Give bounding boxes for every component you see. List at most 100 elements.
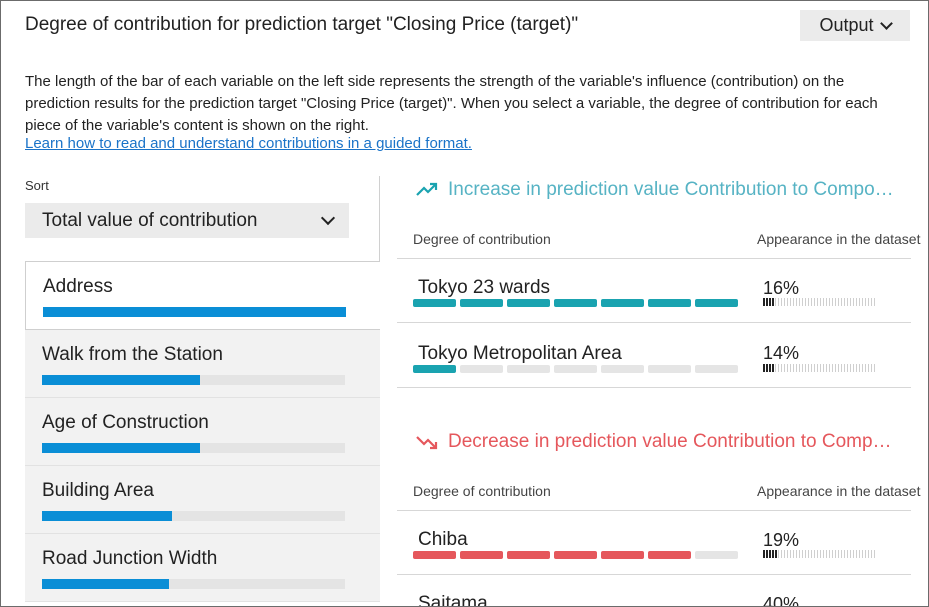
appearance-tick [853, 364, 854, 372]
appearance-tick [796, 298, 797, 306]
appearance-tick [817, 298, 818, 306]
decrease-item-percent: 19% [763, 530, 800, 550]
appearance-tick [805, 364, 806, 372]
appearance-tick [775, 298, 776, 306]
appearance-tick [808, 298, 809, 306]
increase-item-contribution [413, 299, 738, 307]
divider [397, 510, 911, 511]
variable-item[interactable]: Walk from the Station [25, 330, 380, 398]
appearance-tick [835, 298, 836, 306]
variable-contribution-fill [42, 511, 173, 521]
sort-dropdown[interactable]: Total value of contribution [25, 203, 349, 238]
appearance-tick [856, 550, 857, 558]
appearance-tick [820, 364, 821, 372]
appearance-tick [772, 550, 774, 558]
variable-contribution-bar [43, 307, 346, 317]
appearance-tick [808, 364, 809, 372]
contribution-segment [507, 299, 550, 307]
appearance-tick [787, 298, 788, 306]
appearance-tick [832, 364, 833, 372]
appearance-tick [829, 550, 830, 558]
guided-format-link[interactable]: Learn how to read and understand contrib… [25, 135, 472, 152]
trending-up-icon [416, 182, 438, 196]
contribution-segment [554, 551, 597, 559]
description-text: The length of the bar of each variable o… [25, 73, 878, 134]
appearance-tick [868, 550, 869, 558]
contribution-panel: Degree of contribution for prediction ta… [0, 0, 929, 607]
decrease-item-contribution [413, 551, 738, 559]
appearance-tick [826, 298, 827, 306]
appearance-tick [802, 550, 803, 558]
increase-item-percent: 14% [763, 343, 800, 363]
variable-item[interactable]: Address [25, 261, 380, 330]
appearance-tick [817, 550, 818, 558]
variable-item[interactable]: Age of Construction [25, 398, 380, 466]
sort-selected-value: Total value of contribution [42, 209, 258, 231]
appearance-tick [850, 364, 851, 372]
appearance-tick [859, 298, 860, 306]
appearance-tick [778, 550, 779, 558]
variable-item[interactable]: Road Junction Width [25, 534, 380, 602]
appearance-tick [775, 364, 776, 372]
appearance-tick [868, 298, 869, 306]
appearance-tick [832, 298, 833, 306]
appearance-tick [847, 550, 848, 558]
appearance-tick [859, 364, 860, 372]
appearance-tick [817, 364, 818, 372]
appearance-tick [781, 298, 782, 306]
appearance-tick [784, 298, 785, 306]
appearance-tick [835, 550, 836, 558]
column-header-appearance: Appearance in the dataset [757, 231, 921, 247]
appearance-tick [802, 298, 803, 306]
contribution-segment [695, 299, 738, 307]
appearance-tick [856, 298, 857, 306]
variable-contribution-fill [43, 307, 346, 317]
appearance-tick [874, 550, 875, 558]
contribution-segment [601, 551, 644, 559]
appearance-tick [805, 298, 806, 306]
increase-item-contribution [413, 365, 738, 373]
appearance-tick [772, 298, 774, 306]
appearance-tick [763, 550, 765, 558]
appearance-tick [790, 364, 791, 372]
appearance-tick [781, 550, 782, 558]
appearance-tick [793, 550, 794, 558]
increase-item-percent: 16% [763, 278, 800, 298]
appearance-tick [838, 364, 839, 372]
output-button[interactable]: Output [800, 10, 910, 41]
contribution-segment [413, 551, 456, 559]
variable-name: Walk from the Station [42, 344, 223, 365]
appearance-tick [844, 550, 845, 558]
variable-contribution-bar [42, 511, 345, 521]
variable-contribution-bar [42, 375, 345, 385]
page-title: Degree of contribution for prediction ta… [25, 14, 579, 35]
variable-name: Address [43, 276, 113, 297]
column-header-contribution: Degree of contribution [413, 231, 551, 247]
appearance-tick [796, 550, 797, 558]
divider [397, 258, 911, 259]
appearance-tick [874, 298, 875, 306]
appearance-tick [814, 298, 815, 306]
appearance-tick [871, 364, 872, 372]
appearance-tick [841, 298, 842, 306]
appearance-tick [871, 550, 872, 558]
appearance-tick [832, 550, 833, 558]
contribution-segment [648, 365, 691, 373]
appearance-tick [769, 298, 771, 306]
appearance-tick [763, 298, 765, 306]
appearance-tick [850, 298, 851, 306]
variable-list: Address Walk from the Station Age of Con… [25, 261, 380, 602]
appearance-tick [868, 364, 869, 372]
appearance-tick [769, 364, 771, 372]
variable-contribution-bar [42, 443, 345, 453]
appearance-tick [844, 364, 845, 372]
contribution-segment [648, 299, 691, 307]
increase-item-appearance [763, 364, 875, 372]
decrease-item-appearance [763, 550, 875, 558]
variable-item[interactable]: Building Area [25, 466, 380, 534]
increase-item-appearance [763, 298, 875, 306]
appearance-tick [820, 550, 821, 558]
appearance-tick [778, 298, 779, 306]
appearance-tick [850, 550, 851, 558]
appearance-tick [862, 298, 863, 306]
